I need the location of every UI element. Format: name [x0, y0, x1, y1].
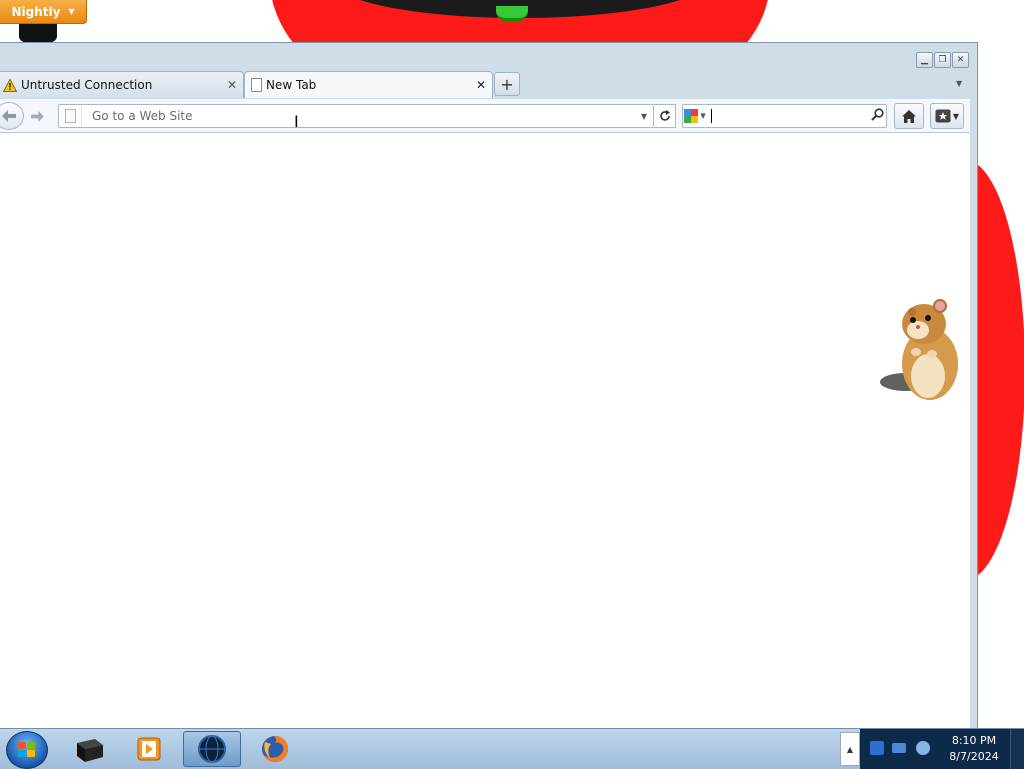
- url-history-dropdown-icon[interactable]: ▼: [635, 112, 653, 121]
- window-controls: ▁ ❐ ✕: [916, 52, 969, 68]
- taskbar: ▲ 8:10 PM 8/7/2024: [0, 728, 1024, 769]
- hamster-desktop-pet[interactable]: [878, 296, 968, 406]
- navigation-toolbar: ▼ ▼ ▼: [0, 99, 970, 133]
- back-arrow-icon: [2, 110, 16, 122]
- search-magnifier-icon[interactable]: [870, 107, 886, 125]
- google-icon: [684, 109, 699, 123]
- system-tray: ▲ 8:10 PM 8/7/2024: [840, 729, 1024, 769]
- back-button[interactable]: [0, 102, 24, 130]
- taskbar-globe-app[interactable]: [183, 731, 241, 767]
- search-bar[interactable]: ▼: [682, 104, 887, 128]
- close-icon[interactable]: ✕: [952, 52, 969, 68]
- forward-arrow-icon: [30, 110, 44, 122]
- home-icon: [902, 109, 916, 123]
- app-menu-dropdown-icon: ▼: [68, 7, 75, 16]
- desktop-green-shape: [496, 6, 528, 21]
- url-input[interactable]: [82, 108, 635, 124]
- bookmarks-button[interactable]: ▼: [930, 103, 964, 129]
- forward-button[interactable]: [26, 107, 48, 125]
- tab-list-dropdown-icon[interactable]: ▼: [956, 79, 962, 88]
- restore-icon[interactable]: ❐: [934, 52, 951, 68]
- new-tab-button[interactable]: +: [494, 72, 520, 96]
- firefox-icon: [262, 736, 288, 762]
- minimize-icon[interactable]: ▁: [916, 52, 933, 68]
- search-engine-selector[interactable]: ▼: [683, 109, 707, 123]
- warning-icon: [3, 78, 17, 92]
- tab-label: Untrusted Connection: [21, 78, 153, 92]
- search-engine-dropdown-icon: ▼: [700, 112, 706, 120]
- bookmark-star-icon: [935, 109, 951, 123]
- start-button[interactable]: [6, 731, 48, 769]
- tab-bar: Untrusted Connection ✕ New Tab ✕ + ▼: [0, 71, 970, 99]
- windows-logo-icon: [18, 742, 36, 758]
- tab-label: New Tab: [266, 78, 317, 92]
- app-menu-label: Nightly: [11, 4, 61, 19]
- taskbar-dark-box-app[interactable]: [60, 731, 118, 767]
- taskbar-media-player[interactable]: [120, 731, 178, 767]
- reload-icon: [659, 110, 670, 121]
- clock-time: 8:10 PM: [951, 734, 997, 747]
- tray-app-icon[interactable]: [870, 741, 884, 755]
- search-input[interactable]: [711, 108, 870, 124]
- clock-date: 8/7/2024: [949, 750, 999, 763]
- tab-new-tab[interactable]: New Tab ✕: [244, 71, 493, 98]
- network-icon[interactable]: [892, 743, 906, 753]
- taskbar-clock[interactable]: 8:10 PM 8/7/2024: [944, 733, 1004, 765]
- bookmarks-dropdown-icon: ▼: [952, 111, 960, 121]
- dark-box-icon: [77, 739, 103, 762]
- globe-icon: [198, 735, 226, 763]
- home-button[interactable]: [894, 103, 924, 129]
- media-player-icon: [137, 737, 161, 761]
- volume-icon[interactable]: [916, 741, 930, 755]
- page-icon: [251, 78, 262, 92]
- browser-window: ▁ ❐ ✕ Untrusted Connection ✕ New Tab ✕ +…: [0, 42, 978, 730]
- tab-close-icon[interactable]: ✕: [476, 78, 486, 92]
- url-bar[interactable]: ▼: [58, 104, 654, 128]
- show-desktop-button[interactable]: [1010, 729, 1024, 769]
- show-hidden-icons-icon[interactable]: ▲: [840, 732, 860, 766]
- tab-untrusted-connection[interactable]: Untrusted Connection ✕: [0, 71, 244, 98]
- text-cursor-icon: I: [294, 112, 299, 131]
- page-content-area[interactable]: [0, 133, 970, 729]
- taskbar-firefox[interactable]: [246, 731, 304, 767]
- tab-close-icon[interactable]: ✕: [227, 78, 237, 92]
- app-menu-button[interactable]: Nightly ▼: [0, 0, 87, 24]
- reload-button[interactable]: [654, 104, 676, 128]
- site-identity-icon[interactable]: [59, 106, 82, 126]
